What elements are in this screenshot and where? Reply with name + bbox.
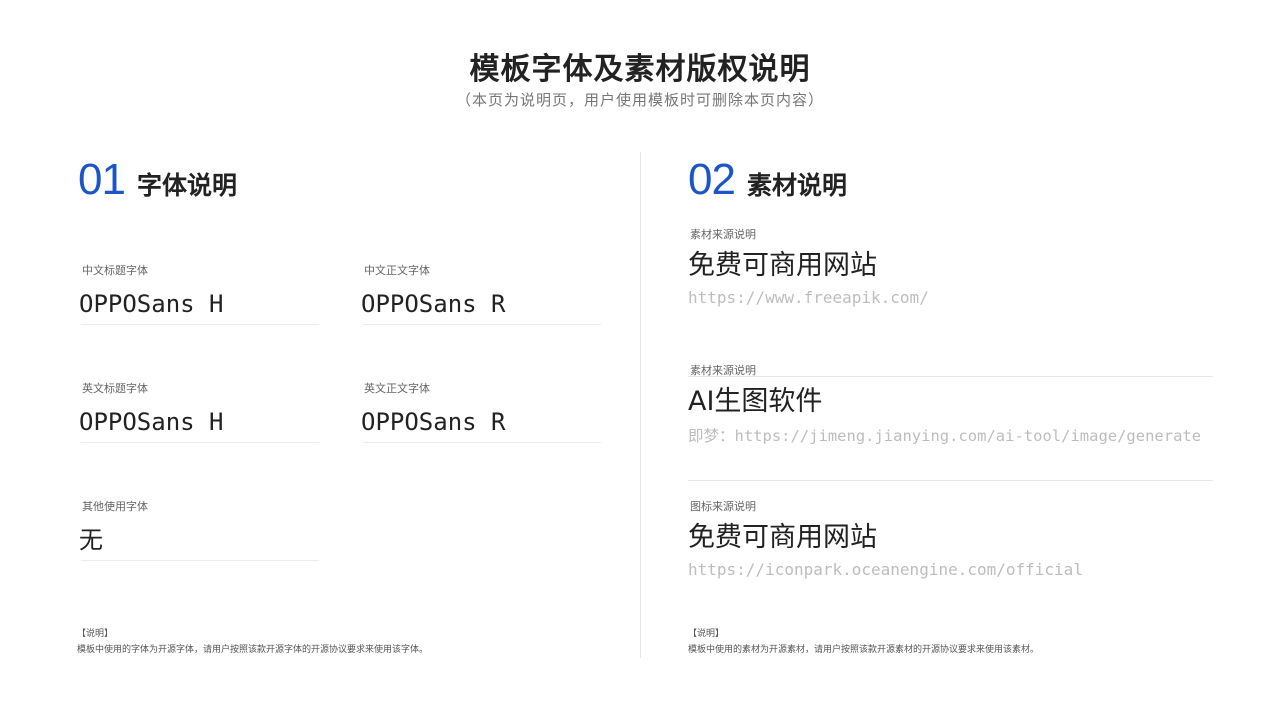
font-item-label: 英文标题字体 bbox=[82, 382, 148, 395]
material-item-name: 免费可商用网站 bbox=[688, 522, 877, 553]
material-item-icons: 图标来源说明 免费可商用网站 https://iconpark.oceaneng… bbox=[688, 498, 1214, 579]
font-item-cn-body: 中文正文字体 OPPOSans R bbox=[361, 262, 601, 325]
fonts-section-number: 01 bbox=[78, 155, 126, 204]
font-item-other: 其他使用字体 无 bbox=[79, 498, 319, 561]
fonts-section-header: 01 字体说明 bbox=[78, 158, 237, 202]
material-item-name: 免费可商用网站 bbox=[688, 250, 877, 281]
material-divider bbox=[688, 480, 1213, 481]
materials-section-number: 02 bbox=[688, 155, 736, 204]
page-subtitle: （本页为说明页，用户使用模板时可删除本页内容） bbox=[455, 91, 824, 109]
font-item-label: 中文正文字体 bbox=[364, 264, 430, 277]
materials-section-title: 素材说明 bbox=[746, 171, 847, 200]
font-item-en-body: 英文正文字体 OPPOSans R bbox=[361, 380, 601, 443]
font-item-value: OPPOSans R bbox=[361, 408, 506, 436]
material-item-label: 图标来源说明 bbox=[690, 500, 756, 513]
fonts-note-title: 【说明】 bbox=[77, 629, 114, 639]
font-item-label: 英文正文字体 bbox=[364, 382, 430, 395]
page-title: 模板字体及素材版权说明 bbox=[469, 52, 811, 87]
fonts-section-title: 字体说明 bbox=[136, 171, 237, 200]
font-item-en-title: 英文标题字体 OPPOSans H bbox=[79, 380, 319, 443]
material-item-freepik: 素材来源说明 免费可商用网站 https://www.freeapik.com/ bbox=[688, 226, 1214, 307]
fonts-note: 【说明】 模板中使用的字体为开源字体，请用户按照该款开源字体的开源协议要求来使用… bbox=[77, 626, 428, 658]
material-item-url[interactable]: https://iconpark.oceanengine.com/officia… bbox=[688, 560, 1214, 579]
font-item-value: OPPOSans H bbox=[79, 408, 224, 436]
font-item-underline bbox=[363, 324, 601, 325]
material-item-label: 素材来源说明 bbox=[690, 228, 756, 241]
font-item-label: 其他使用字体 bbox=[82, 500, 148, 513]
font-item-value: 无 bbox=[79, 526, 103, 554]
material-item-name: AI生图软件 bbox=[688, 386, 823, 417]
materials-note-title: 【说明】 bbox=[688, 629, 725, 639]
font-item-cn-title: 中文标题字体 OPPOSans H bbox=[79, 262, 319, 325]
font-item-label: 中文标题字体 bbox=[82, 264, 148, 277]
materials-note-text: 模板中使用的素材为开源素材，请用户按照该款开源素材的开源协议要求来使用该素材。 bbox=[688, 645, 1040, 655]
font-item-underline bbox=[363, 442, 601, 443]
material-item-url[interactable]: 即梦：https://jimeng.jianying.com/ai-tool/i… bbox=[688, 424, 1214, 446]
materials-section-header: 02 素材说明 bbox=[688, 158, 847, 202]
font-item-underline bbox=[81, 324, 319, 325]
material-item-ai: 素材来源说明 AI生图软件 即梦：https://jimeng.jianying… bbox=[688, 362, 1214, 446]
font-item-underline bbox=[81, 560, 319, 561]
fonts-note-text: 模板中使用的字体为开源字体，请用户按照该款开源字体的开源协议要求来使用该字体。 bbox=[77, 645, 429, 655]
font-item-underline bbox=[81, 442, 319, 443]
font-item-value: OPPOSans R bbox=[361, 290, 506, 318]
material-item-label: 素材来源说明 bbox=[690, 364, 756, 377]
font-item-value: OPPOSans H bbox=[79, 290, 224, 318]
material-item-url[interactable]: https://www.freeapik.com/ bbox=[688, 288, 1214, 307]
materials-note: 【说明】 模板中使用的素材为开源素材，请用户按照该款开源素材的开源协议要求来使用… bbox=[688, 626, 1039, 658]
column-divider bbox=[640, 152, 641, 658]
